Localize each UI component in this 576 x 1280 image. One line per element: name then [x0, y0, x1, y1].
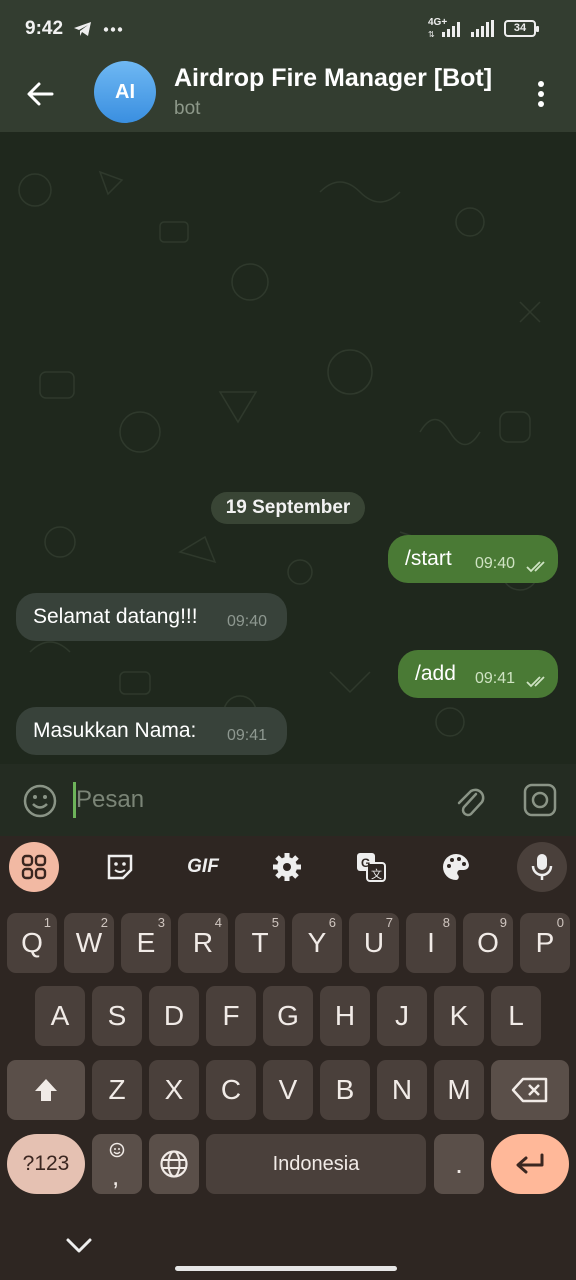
gif-label: GIF — [187, 856, 219, 877]
key-v[interactable]: V — [263, 1060, 313, 1120]
key-k[interactable]: K — [434, 986, 484, 1046]
settings-icon[interactable] — [262, 842, 312, 892]
back-arrow-icon[interactable] — [22, 76, 58, 112]
message-text: Masukkan Nama: — [33, 719, 197, 742]
emoji-comma-key[interactable]: , — [92, 1134, 142, 1194]
key-m[interactable]: M — [434, 1060, 484, 1120]
navigation-bar — [0, 1220, 576, 1280]
key-a[interactable]: A — [35, 986, 85, 1046]
key-r[interactable]: R4 — [178, 913, 228, 973]
enter-icon — [516, 1153, 544, 1174]
message-outgoing[interactable]: /start 09:40 — [388, 535, 558, 583]
symbols-key[interactable]: ?123 — [7, 1134, 85, 1194]
key-s[interactable]: S — [92, 986, 142, 1046]
svg-text:G: G — [361, 856, 370, 870]
key-p[interactable]: P0 — [520, 913, 570, 973]
key-l[interactable]: L — [491, 986, 541, 1046]
message-text: /start — [405, 547, 452, 570]
more-notifications-icon — [103, 27, 123, 32]
svg-text:文: 文 — [371, 867, 382, 881]
svg-text:⇅: ⇅ — [428, 30, 435, 38]
key-i[interactable]: I8 — [406, 913, 456, 973]
key-d[interactable]: D — [149, 986, 199, 1046]
apps-icon[interactable] — [9, 842, 59, 892]
key-f[interactable]: F — [206, 986, 256, 1046]
key-u[interactable]: U7 — [349, 913, 399, 973]
chat-area: 19 September /start 09:40 Selamat datang… — [0, 132, 576, 764]
double-check-icon — [526, 561, 545, 573]
key-n[interactable]: N — [377, 1060, 427, 1120]
message-time: 09:40 — [227, 613, 268, 630]
message-text: Selamat datang!!! — [33, 605, 198, 628]
home-handle[interactable] — [175, 1266, 397, 1271]
key-o[interactable]: O9 — [463, 913, 513, 973]
period-key[interactable]: . — [434, 1134, 484, 1194]
message-input[interactable]: Pesan — [76, 786, 144, 814]
translate-icon[interactable]: G文 — [346, 842, 396, 892]
sticker-icon[interactable] — [95, 842, 145, 892]
key-z[interactable]: Z — [92, 1060, 142, 1120]
space-key[interactable]: Indonesia — [206, 1134, 426, 1194]
message-time: 09:41 — [227, 727, 268, 744]
double-check-icon — [526, 676, 545, 688]
battery-icon: 34 — [504, 20, 539, 37]
key-j[interactable]: J — [377, 986, 427, 1046]
key-t[interactable]: T5 — [235, 913, 285, 973]
avatar[interactable]: AI — [94, 61, 156, 123]
message-time: 09:40 — [475, 555, 516, 572]
chat-header: AI Airdrop Fire Manager [Bot] bot — [0, 56, 576, 132]
status-bar: 9:42 4G+ ⇅ 34 — [0, 0, 576, 56]
shift-icon — [35, 1079, 57, 1101]
key-h[interactable]: H — [320, 986, 370, 1046]
shift-key[interactable] — [7, 1060, 85, 1120]
status-time: 9:42 — [25, 18, 64, 39]
signal-2-icon — [471, 20, 494, 37]
more-vert-icon[interactable] — [528, 76, 554, 112]
attach-icon[interactable] — [452, 782, 488, 820]
backspace-key[interactable] — [491, 1060, 569, 1120]
message-time: 09:41 — [475, 670, 516, 687]
key-e[interactable]: E3 — [121, 913, 171, 973]
keyboard-hide-icon[interactable] — [64, 1236, 94, 1256]
message-outgoing[interactable]: /add 09:41 — [398, 650, 558, 698]
chat-title[interactable]: Airdrop Fire Manager [Bot] — [174, 64, 492, 93]
message-incoming[interactable]: Selamat datang!!! 09:40 — [16, 593, 287, 641]
chat-subtitle: bot — [174, 98, 201, 119]
gif-button[interactable]: GIF — [178, 842, 228, 892]
keyboard-toolbar: GIF G文 — [0, 836, 576, 900]
key-x[interactable]: X — [149, 1060, 199, 1120]
key-q[interactable]: Q1 — [7, 913, 57, 973]
globe-icon — [160, 1150, 188, 1178]
key-c[interactable]: C — [206, 1060, 256, 1120]
enter-key[interactable] — [491, 1134, 569, 1194]
message-input-bar: Pesan — [0, 764, 576, 836]
signal-icon: ⇅ — [428, 22, 460, 38]
key-y[interactable]: Y6 — [292, 913, 342, 973]
palette-icon[interactable] — [431, 842, 481, 892]
date-separator: 19 September — [211, 492, 365, 524]
mic-icon[interactable] — [517, 842, 567, 892]
keyboard: Q1 W2 E3 R4 T5 Y6 U7 I8 O9 P0 A S D F G … — [0, 900, 576, 1280]
message-incoming[interactable]: Masukkan Nama: 09:41 — [16, 707, 287, 755]
telegram-icon — [74, 22, 91, 36]
key-w[interactable]: W2 — [64, 913, 114, 973]
backspace-icon — [511, 1077, 548, 1103]
language-key[interactable] — [149, 1134, 199, 1194]
message-text: /add — [415, 662, 456, 685]
emoji-icon[interactable] — [22, 783, 58, 819]
key-g[interactable]: G — [263, 986, 313, 1046]
camera-icon[interactable] — [522, 782, 558, 818]
key-b[interactable]: B — [320, 1060, 370, 1120]
